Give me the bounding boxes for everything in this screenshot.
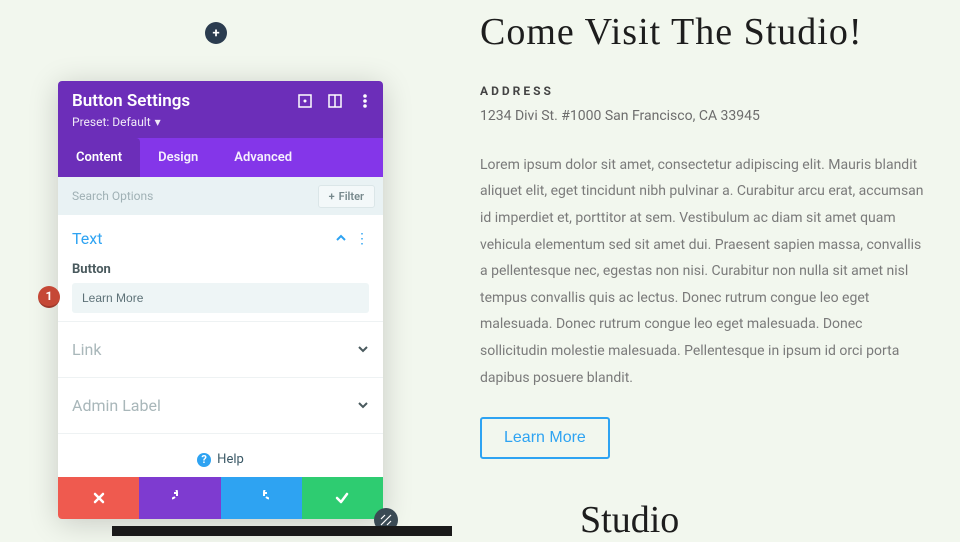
annotation-badge-1: 1 (38, 286, 60, 308)
panel-action-bar (58, 477, 383, 519)
section-link-header[interactable]: Link (72, 340, 369, 359)
preset-label: Preset: Default (72, 115, 151, 129)
panel-header-actions (297, 93, 373, 109)
learn-more-button[interactable]: Learn More (480, 417, 610, 459)
chevron-down-icon (357, 396, 369, 415)
bottom-heading-partial: Studio (580, 498, 679, 542)
redo-button[interactable] (221, 477, 302, 519)
tab-advanced[interactable]: Advanced (216, 138, 310, 177)
add-module-button[interactable]: + (205, 22, 227, 44)
plus-small-icon: + (329, 190, 335, 203)
section-text-menu-icon[interactable]: ⋮ (355, 232, 369, 246)
section-text-header[interactable]: Text ⋮ (72, 229, 369, 248)
caret-down-icon: ▾ (155, 115, 161, 129)
section-text-title: Text (72, 229, 102, 248)
page-preview: Come Visit The Studio! ADDRESS 1234 Divi… (480, 12, 930, 459)
kebab-menu-icon[interactable] (357, 93, 373, 109)
settings-panel: Button Settings Preset: Default ▾ Conten… (58, 81, 383, 519)
plus-icon: + (212, 26, 219, 41)
help-icon: ? (197, 453, 211, 467)
expand-icon[interactable] (297, 93, 313, 109)
bottom-image-placeholder (112, 526, 452, 536)
page-heading: Come Visit The Studio! (480, 12, 930, 54)
filter-button[interactable]: + Filter (318, 185, 375, 208)
tab-content[interactable]: Content (58, 138, 140, 177)
button-text-input[interactable] (72, 283, 369, 313)
section-admin-label-title: Admin Label (72, 396, 161, 415)
address-text: 1234 Divi St. #1000 San Francisco, CA 33… (480, 108, 930, 124)
section-link: Link (58, 322, 383, 378)
section-link-title: Link (72, 340, 101, 359)
chevron-up-icon (335, 229, 347, 248)
panel-header: Button Settings Preset: Default ▾ (58, 81, 383, 138)
tab-design[interactable]: Design (140, 138, 216, 177)
snap-layout-icon[interactable] (327, 93, 343, 109)
chevron-down-icon (357, 340, 369, 359)
save-button[interactable] (302, 477, 383, 519)
help-link[interactable]: ? Help (197, 452, 244, 467)
section-admin-label-header[interactable]: Admin Label (72, 396, 369, 415)
help-label: Help (217, 452, 244, 467)
button-field-label: Button (72, 262, 369, 277)
section-text: Text ⋮ Button (58, 215, 383, 322)
body-paragraph: Lorem ipsum dolor sit amet, consectetur … (480, 152, 930, 391)
search-options-input[interactable]: Search Options (72, 189, 318, 203)
help-row: ? Help (58, 434, 383, 477)
section-admin-label: Admin Label (58, 378, 383, 434)
filter-label: Filter (339, 190, 364, 203)
search-options-row: Search Options + Filter (58, 177, 383, 215)
address-label: ADDRESS (480, 84, 930, 98)
panel-tabs: Content Design Advanced (58, 138, 383, 177)
preset-selector[interactable]: Preset: Default ▾ (72, 115, 161, 129)
section-text-body: Button (72, 262, 369, 313)
undo-button[interactable] (139, 477, 220, 519)
cancel-button[interactable] (58, 477, 139, 519)
